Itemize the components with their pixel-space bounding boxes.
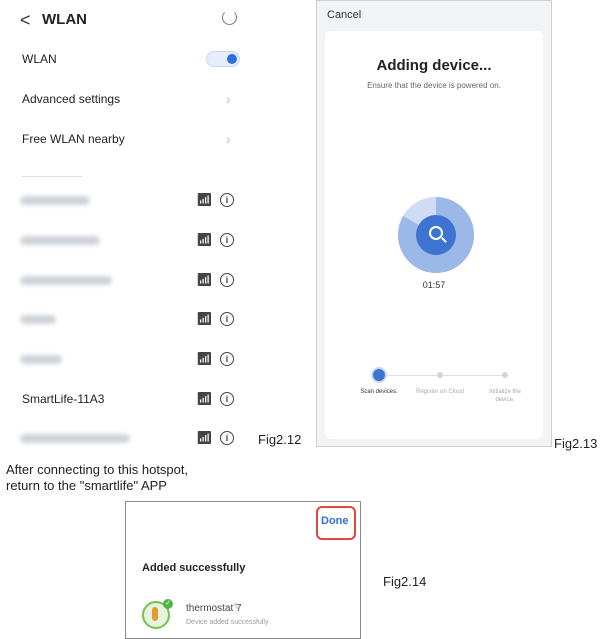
wlan-toggle-switch[interactable] bbox=[206, 51, 240, 67]
network-item[interactable]: 📶︎ i bbox=[0, 342, 252, 380]
success-title: Added successfully bbox=[142, 562, 246, 574]
back-arrow-icon[interactable]: < bbox=[20, 10, 31, 31]
wlan-toggle-row[interactable]: WLAN bbox=[0, 40, 252, 80]
wlan-toggle-label: WLAN bbox=[22, 52, 57, 66]
blurred-ssid bbox=[20, 434, 130, 443]
page-title: WLAN bbox=[42, 11, 87, 28]
check-icon: ✓ bbox=[163, 599, 173, 609]
info-icon[interactable]: i bbox=[220, 193, 234, 207]
figure-caption-2-14: Fig2.14 bbox=[383, 574, 427, 589]
network-item[interactable]: 📶︎ i bbox=[0, 302, 252, 340]
available-networks-divider bbox=[22, 170, 82, 177]
refresh-icon[interactable] bbox=[222, 10, 237, 25]
chevron-right-icon: › bbox=[226, 131, 231, 147]
thermometer-icon bbox=[152, 607, 158, 621]
info-icon[interactable]: i bbox=[220, 273, 234, 287]
free-wlan-nearby-row[interactable]: Free WLAN nearby › bbox=[0, 120, 252, 160]
blurred-ssid bbox=[20, 355, 62, 364]
chevron-right-icon: › bbox=[226, 91, 231, 107]
info-icon[interactable]: i bbox=[220, 312, 234, 326]
wifi-locked-icon: 📶︎ bbox=[196, 272, 213, 287]
wifi-locked-icon: 📶︎ bbox=[196, 232, 213, 247]
advanced-settings-label: Advanced settings bbox=[22, 92, 121, 106]
wifi-locked-icon: 📶︎ bbox=[196, 192, 213, 207]
free-wlan-nearby-label: Free WLAN nearby bbox=[22, 132, 125, 146]
wifi-open-icon: 📶︎ bbox=[196, 391, 213, 406]
network-item[interactable]: 📶︎ i bbox=[0, 223, 252, 261]
step-dot-scan bbox=[373, 369, 385, 381]
device-status: Device added successfully bbox=[186, 619, 269, 626]
info-icon[interactable]: i bbox=[220, 233, 234, 247]
added-successfully-screen: Done Added successfully ✓ thermostat 7 ✎… bbox=[125, 501, 361, 639]
adding-device-card: Adding device... Ensure that the device … bbox=[325, 31, 543, 439]
adding-device-title: Adding device... bbox=[376, 57, 492, 74]
info-icon[interactable]: i bbox=[220, 431, 234, 445]
figure-caption-2-12: Fig2.12 bbox=[258, 432, 302, 447]
toggle-knob bbox=[227, 54, 237, 64]
edit-pencil-icon[interactable]: ✎ bbox=[233, 602, 241, 613]
network-item[interactable]: 📶︎ i bbox=[0, 263, 252, 301]
instruction-line-2: return to the "smartlife" APP bbox=[6, 478, 167, 493]
step-label-scan: Scan devices. bbox=[360, 389, 398, 395]
blurred-ssid bbox=[20, 236, 100, 245]
network-item[interactable]: 📶︎ i bbox=[0, 183, 252, 221]
instruction-line-1: After connecting to this hotspot, bbox=[6, 462, 189, 477]
adding-device-subtitle: Ensure that the device is powered on. bbox=[367, 81, 501, 90]
wlan-header: < WLAN bbox=[0, 0, 252, 38]
info-icon[interactable]: i bbox=[220, 352, 234, 366]
info-icon[interactable]: i bbox=[220, 392, 234, 406]
step-label-register: Register on Cloud bbox=[415, 389, 465, 395]
blurred-ssid bbox=[20, 276, 112, 285]
blurred-ssid bbox=[20, 315, 56, 324]
step-dot-initialize bbox=[502, 372, 508, 378]
network-ssid: SmartLife-11A3 bbox=[22, 392, 105, 406]
advanced-settings-row[interactable]: Advanced settings › bbox=[0, 80, 252, 120]
wifi-locked-icon: 📶︎ bbox=[196, 311, 213, 326]
step-dot-register bbox=[437, 372, 443, 378]
done-button[interactable]: Done bbox=[321, 515, 349, 527]
figure-caption-2-13: Fig2.13 bbox=[554, 436, 598, 451]
adding-device-screen: Cancel Adding device... Ensure that the … bbox=[316, 0, 552, 447]
network-item-smartlife[interactable]: SmartLife-11A3 📶︎ i bbox=[0, 382, 252, 420]
countdown-timer: 01:57 bbox=[422, 280, 446, 290]
step-label-initialize: Initialize the device. bbox=[489, 389, 521, 403]
cancel-button[interactable]: Cancel bbox=[327, 9, 361, 21]
wifi-locked-icon: 📶︎ bbox=[196, 430, 213, 445]
wlan-screen: < WLAN WLAN Advanced settings › Free WLA… bbox=[0, 0, 252, 452]
network-item[interactable]: 📶︎ i bbox=[0, 421, 252, 459]
wifi-locked-icon: 📶︎ bbox=[196, 351, 213, 366]
blurred-ssid bbox=[20, 196, 90, 205]
